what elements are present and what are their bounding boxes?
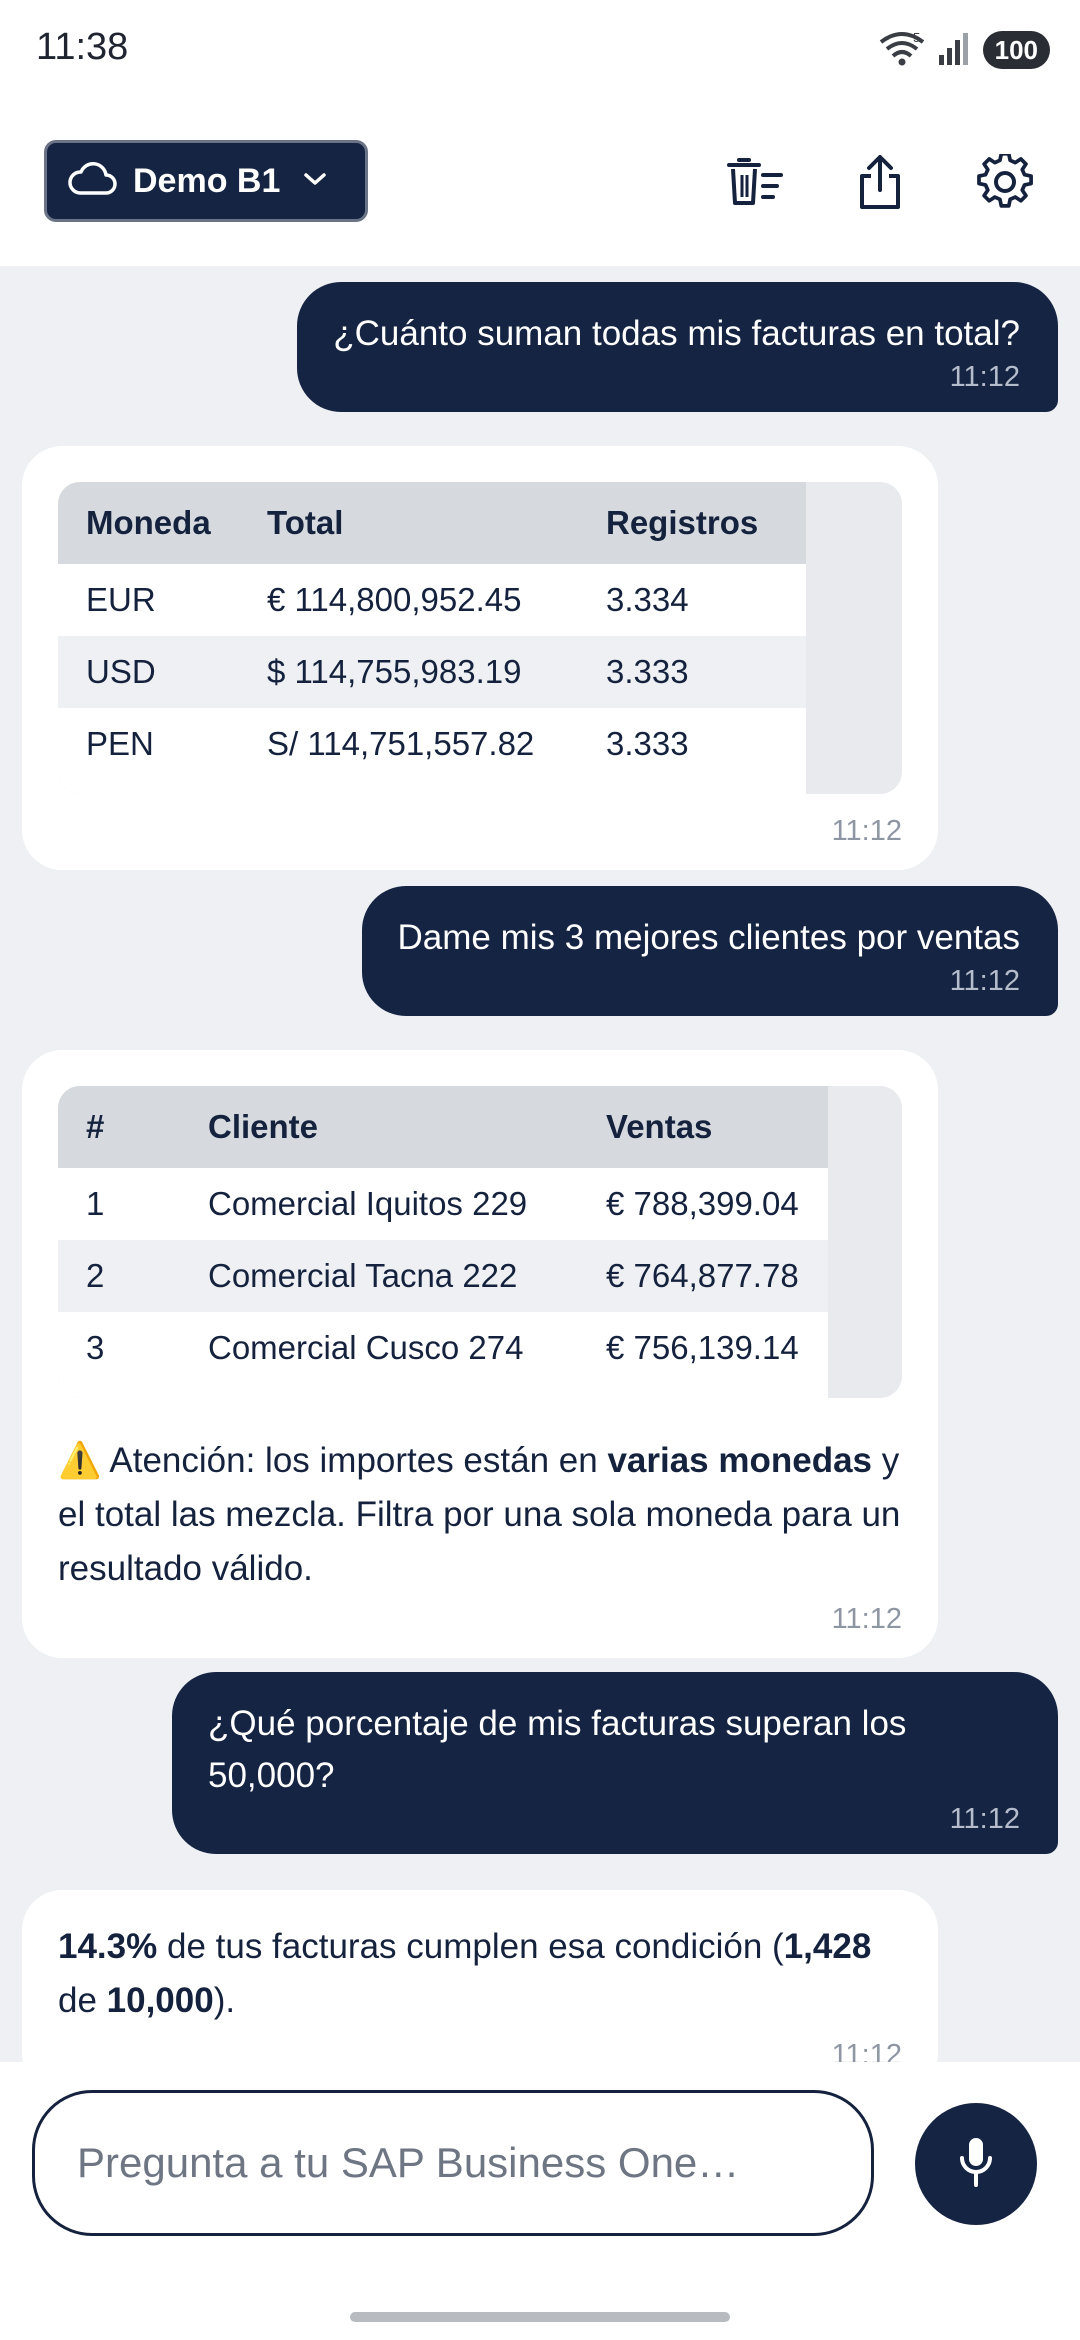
table-cell: USD	[58, 636, 239, 708]
column-header: Registros	[578, 482, 806, 564]
message-input[interactable]: Pregunta a tu SAP Business One…	[32, 2090, 874, 2236]
workspace-label: Demo B1	[133, 161, 281, 200]
bot-message-bubble: 14.3% de tus facturas cumplen esa condic…	[22, 1890, 938, 2062]
answer-total: 10,000	[106, 1981, 214, 2020]
warning-text-part: Atención: los importes están en	[101, 1441, 608, 1480]
table-cell: 3.333	[578, 636, 806, 708]
battery-indicator: 100	[982, 31, 1050, 69]
workspace-selector-button[interactable]: Demo B1	[44, 140, 368, 222]
column-header: #	[58, 1086, 180, 1168]
column-header: Cliente	[180, 1086, 578, 1168]
answer-percentage: 14.3%	[58, 1927, 158, 1966]
message-time: 11:12	[831, 2039, 902, 2062]
table-spacer-row	[58, 780, 806, 794]
home-indicator[interactable]	[350, 2312, 730, 2322]
answer-text: 14.3% de tus facturas cumplen esa condic…	[58, 1920, 902, 2028]
message-text: Dame mis 3 mejores clientes por ventas	[397, 918, 1020, 957]
bot-message-bubble: # Cliente Ventas 1 Comercial Iquitos 229…	[22, 1050, 938, 1658]
app-header: Demo B1	[0, 96, 1080, 266]
table-cell: 3.334	[606, 581, 689, 618]
chat-area[interactable]: ¿Cuánto suman todas mis facturas en tota…	[0, 266, 1080, 2062]
table-cell: S/ 114,751,557.82	[267, 725, 535, 762]
warning-emphasis: varias monedas	[607, 1441, 873, 1480]
table-row: 1 Comercial Iquitos 229 € 788,399.04	[58, 1168, 828, 1240]
message-time: 11:12	[831, 815, 902, 847]
answer-count: 1,428	[783, 1927, 872, 1966]
top-customers-table-container[interactable]: # Cliente Ventas 1 Comercial Iquitos 229…	[58, 1086, 902, 1398]
table-cell: € 114,800,952.45	[267, 581, 522, 618]
wifi-icon: 5	[879, 30, 925, 71]
column-header: Moneda	[58, 482, 239, 564]
table-cell: € 764,877.78	[578, 1240, 828, 1312]
message-text: ¿Cuánto suman todas mis facturas en tota…	[333, 314, 1020, 353]
table-cell: 3.333	[606, 725, 689, 762]
microphone-icon	[956, 2136, 996, 2193]
table-cell: PEN	[86, 725, 154, 762]
table-cell: Comercial Cusco 274	[208, 1329, 524, 1366]
status-icons: 5 100	[879, 30, 1050, 70]
currency-totals-table-container[interactable]: Moneda Total Registros EUR € 114,800,952…	[58, 482, 902, 794]
status-bar: 11:38 5 100	[0, 0, 1080, 96]
warning-text: ⚠️ Atención: los importes están en varia…	[58, 1434, 902, 1596]
gear-icon[interactable]	[975, 152, 1035, 212]
table-cell: € 788,399.04	[606, 1185, 799, 1222]
user-message-bubble: ¿Qué porcentaje de mis facturas superan …	[172, 1672, 1058, 1854]
table-cell: 2	[58, 1240, 180, 1312]
answer-text-part: ).	[213, 1981, 236, 2020]
chevron-down-icon	[302, 170, 328, 193]
column-header: Total	[239, 482, 578, 564]
message-time: 11:12	[949, 965, 1020, 997]
table-cell: Comercial Iquitos 229	[208, 1185, 528, 1222]
table-row: 2 Comercial Tacna 222 € 764,877.78	[58, 1240, 828, 1312]
table-cell: Comercial Tacna 222	[180, 1240, 578, 1312]
top-customers-table: # Cliente Ventas 1 Comercial Iquitos 229…	[58, 1086, 828, 1398]
table-row: PEN S/ 114,751,557.82 3.333	[58, 708, 806, 780]
currency-totals-table: Moneda Total Registros EUR € 114,800,952…	[58, 482, 806, 794]
message-text: ¿Qué porcentaje de mis facturas superan …	[208, 1704, 907, 1795]
message-time: 11:12	[949, 1803, 1020, 1835]
table-row: EUR € 114,800,952.45 3.334	[58, 564, 806, 636]
table-cell: EUR	[86, 581, 156, 618]
table-cell: 1	[86, 1185, 105, 1222]
table-spacer-row	[58, 1384, 828, 1398]
share-icon[interactable]	[850, 152, 910, 212]
input-bar: Pregunta a tu SAP Business One…	[0, 2062, 1080, 2340]
answer-text-part: de	[58, 1981, 107, 2020]
table-header-row: # Cliente Ventas	[58, 1086, 828, 1168]
answer-text-part: de tus facturas cumplen esa condición (	[157, 1927, 784, 1966]
column-header: Ventas	[578, 1086, 828, 1168]
message-time: 11:12	[949, 361, 1020, 393]
message-time: 11:12	[831, 1603, 902, 1635]
wifi-badge: 5	[913, 30, 920, 45]
bot-message-bubble: Moneda Total Registros EUR € 114,800,952…	[22, 446, 938, 870]
table-cell: $ 114,755,983.19	[239, 636, 578, 708]
table-row: USD $ 114,755,983.19 3.333	[58, 636, 806, 708]
status-time: 11:38	[36, 26, 129, 68]
table-cell: 3	[86, 1329, 105, 1366]
table-cell: € 756,139.14	[606, 1329, 799, 1366]
cloud-icon	[67, 161, 117, 202]
table-header-row: Moneda Total Registros	[58, 482, 806, 564]
table-row: 3 Comercial Cusco 274 € 756,139.14	[58, 1312, 828, 1384]
microphone-button[interactable]	[915, 2103, 1037, 2225]
clear-chat-icon[interactable]	[725, 152, 785, 212]
signal-icon	[937, 31, 971, 70]
user-message-bubble: ¿Cuánto suman todas mis facturas en tota…	[297, 282, 1058, 412]
warning-icon: ⚠️	[58, 1441, 102, 1480]
user-message-bubble: Dame mis 3 mejores clientes por ventas 1…	[361, 886, 1058, 1016]
